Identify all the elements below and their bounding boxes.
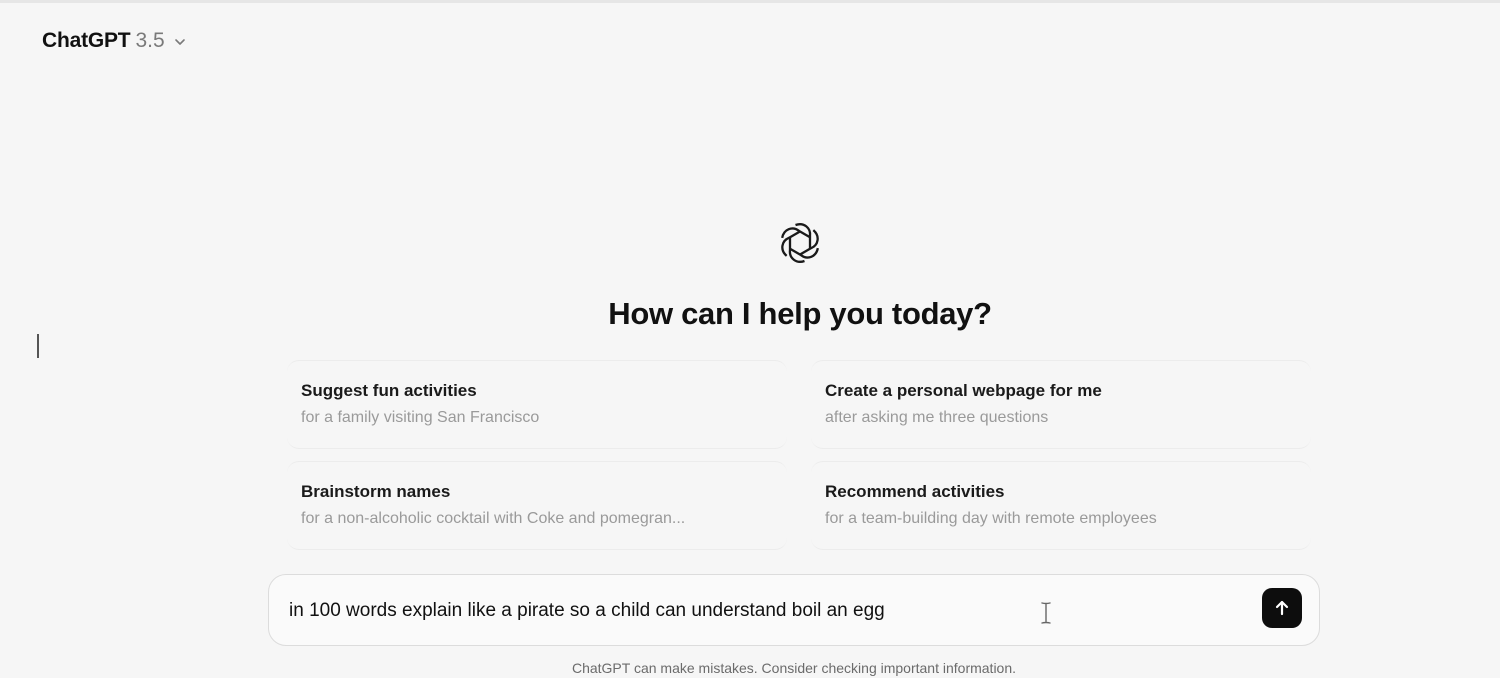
page-title: How can I help you today? — [608, 296, 992, 331]
suggestion-title: Create a personal webpage for me — [825, 381, 1102, 400]
model-version: 3.5 — [135, 29, 165, 52]
arrow-up-icon — [1275, 600, 1289, 616]
openai-logo-icon — [781, 223, 819, 263]
suggestion-card[interactable]: Create a personal webpage for me after a… — [811, 360, 1311, 449]
suggestion-grid: Suggest fun activities for a family visi… — [287, 360, 1311, 550]
send-button[interactable] — [1262, 588, 1302, 628]
model-name: ChatGPT — [42, 29, 131, 52]
chat-app: ChatGPT 3.5 How can I help you today? Su… — [0, 0, 1500, 678]
message-input[interactable] — [289, 597, 1239, 625]
suggestion-subtitle: after asking me three questions — [825, 409, 1049, 426]
model-selector-button[interactable]: ChatGPT 3.5 — [34, 24, 195, 58]
suggestion-title: Suggest fun activities — [301, 381, 477, 400]
ibeam-cursor-icon — [1041, 602, 1051, 624]
suggestion-card[interactable]: Suggest fun activities for a family visi… — [287, 360, 787, 449]
top-border — [0, 0, 1500, 3]
suggestion-subtitle: for a family visiting San Francisco — [301, 409, 540, 426]
suggestion-subtitle: for a non-alcoholic cocktail with Coke a… — [301, 510, 686, 527]
disclaimer-text: ChatGPT can make mistakes. Consider chec… — [571, 660, 1017, 676]
suggestion-card[interactable]: Brainstorm names for a non-alcoholic coc… — [287, 461, 787, 550]
suggestion-title: Brainstorm names — [301, 482, 451, 501]
suggestion-title: Recommend activities — [825, 482, 1005, 501]
suggestion-subtitle: for a team-building day with remote empl… — [825, 510, 1157, 527]
suggestion-card[interactable]: Recommend activities for a team-building… — [811, 461, 1311, 550]
message-composer — [268, 574, 1320, 646]
text-cursor-marker — [37, 334, 39, 358]
chevron-down-icon — [174, 39, 185, 45]
